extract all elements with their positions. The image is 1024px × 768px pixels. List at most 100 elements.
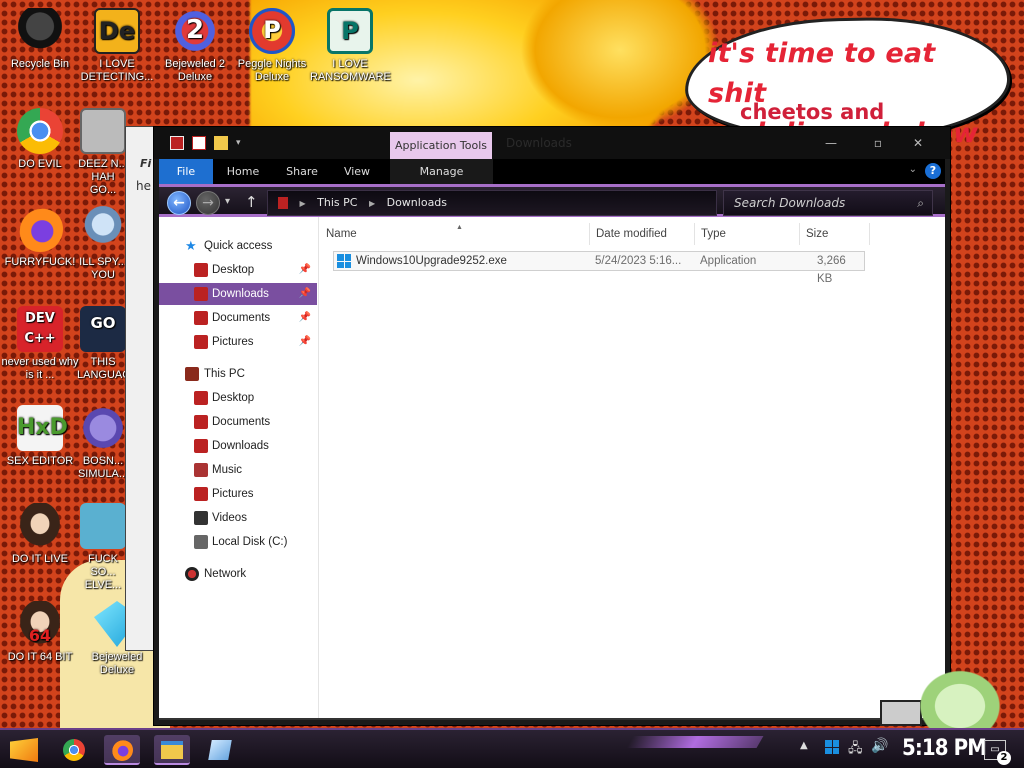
music-folder-icon [194,463,208,477]
customize-chevron-icon[interactable]: ▾ [236,136,250,150]
desktop-icon-devcpp[interactable]: DEV C++ never used why is it ... [0,306,80,382]
desktop-icon-spy[interactable]: ILL SPY... YOU [77,206,129,282]
desktop-icon-label: Recycle Bin [10,58,70,70]
desktop-icon-do-it-live[interactable]: DO IT LIVE [0,503,80,566]
desktop-icon-label: FUCK SO... ELVE... [84,553,122,591]
column-header-type[interactable]: Type [695,223,800,245]
nav-pc-desktop[interactable]: Desktop [159,387,317,409]
tab-share[interactable]: Share [281,159,323,184]
desktop-icon-deez[interactable]: DEEZ N... HAH GO... [77,108,129,197]
windows-update-tray-icon[interactable] [825,740,839,754]
breadcrumb-downloads[interactable]: Downloads [387,196,447,209]
portrait-64-icon: 64 [17,601,63,647]
column-header-size[interactable]: Size [800,223,870,245]
desktop-icon-label: BOSN... SIMULA... [77,455,129,480]
desktop-folder-icon [194,263,208,277]
desktop-icon-label: THIS LANGUAG... [77,356,129,381]
taskbar-firefox[interactable] [104,735,140,765]
maximize-button[interactable]: ▫ [861,133,895,153]
nav-this-pc[interactable]: This PC [159,363,317,385]
nav-quick-documents[interactable]: Documents 📌 [159,307,317,329]
start-icon[interactable] [10,738,38,762]
forward-button[interactable]: → [196,191,220,215]
desktop-icon-label: Bejeweled Deluxe [91,651,143,676]
properties-icon[interactable] [192,136,206,150]
nav-quick-pictures[interactable]: Pictures 📌 [159,331,317,353]
search-input[interactable]: Search Downloads ⌕ [723,190,933,216]
search-icon[interactable]: ⌕ [917,191,924,215]
nav-quick-downloads[interactable]: Downloads 📌 [159,283,317,305]
column-label: Name [326,228,357,240]
title-bar[interactable]: ▾ Application Tools Downloads — ▫ ✕ [154,127,950,159]
tab-manage[interactable]: Manage [390,159,493,184]
virus-icon [80,405,126,451]
help-icon[interactable]: ? [925,163,941,179]
taskbar-file-explorer[interactable] [154,735,190,765]
nav-pc-pictures[interactable]: Pictures [159,483,317,505]
taskbar-chrome[interactable] [56,735,92,765]
column-header-name[interactable]: Name ▲ [320,223,590,245]
address-bar[interactable]: ▶ This PC ▶ Downloads [267,190,717,216]
nav-pc-downloads[interactable]: Downloads [159,435,317,457]
star-icon: ★ [185,238,197,253]
recent-locations-chevron-icon[interactable]: ▾ [225,196,230,207]
desktop-icon-do-it-64[interactable]: 64 DO IT 64 BIT [0,601,80,664]
background-window[interactable]: Fi he [125,126,155,651]
file-explorer-window[interactable]: ▾ Application Tools Downloads — ▫ ✕ File… [153,126,951,726]
minimize-button[interactable]: — [814,133,848,153]
pin-icon[interactable]: 📌 [299,331,311,353]
file-row[interactable]: Windows10Upgrade9252.exe 5/24/2023 5:16.… [333,251,865,285]
up-button[interactable]: ↑ [245,193,258,211]
desktop-icon-recycle-bin[interactable]: Recycle Bin [0,8,80,71]
computer-icon [185,367,199,381]
breadcrumb-this-pc[interactable]: This PC [317,196,357,209]
file-date: 5/24/2023 5:16... [595,255,682,267]
desktop-icon-peggle[interactable]: P Peggle Nights Deluxe [232,8,312,84]
detect-it-easy-icon: De [94,8,140,54]
tab-file[interactable]: File [159,159,213,184]
desktop-icon-label: Bejeweled 2 Deluxe [165,58,225,83]
column-header-date[interactable]: Date modified [590,223,695,245]
pin-icon[interactable]: 📌 [299,283,311,305]
desktop-icon-elf[interactable]: FUCK SO... ELVE... [77,503,129,592]
desktop-icon-detect[interactable]: De I LOVE DETECTING... [77,8,157,84]
desktop-folder-icon [194,391,208,405]
ribbon-expand-chevron-icon[interactable]: ⌄ [909,164,917,175]
nav-network[interactable]: Network [159,563,317,585]
nav-label: Videos [212,512,247,524]
close-button[interactable]: ✕ [901,133,935,153]
app-icon[interactable] [170,136,184,150]
desktop-icon-bejeweled-2[interactable]: 2 Bejeweled 2 Deluxe [155,8,235,84]
back-button[interactable]: ← [167,191,191,215]
desktop-icon-golang[interactable]: GO THIS LANGUAG... [77,306,129,382]
volume-icon[interactable]: 🔊 [871,738,888,754]
desktop-icon-do-evil[interactable]: DO EVIL [0,108,80,171]
new-folder-icon[interactable] [214,136,228,150]
nav-pc-documents[interactable]: Documents [159,411,317,433]
desktop-icon-ransomware[interactable]: P I LOVE RANSOMWARE [310,8,391,84]
show-hidden-icons-chevron-icon[interactable]: ▲ [800,740,808,751]
desktop-icon-label: never used why is it ... [1,356,79,381]
nav-pc-music[interactable]: Music [159,459,317,481]
taskbar-notepad[interactable] [202,735,238,765]
nav-pc-local-disk[interactable]: Local Disk (C:) [159,531,317,553]
nav-quick-desktop[interactable]: Desktop 📌 [159,259,317,281]
navigation-pane: ★ Quick access Desktop 📌 Downloads 📌 Doc… [159,217,319,720]
desktop-icon-hxd[interactable]: HxD SEX EDITOR [0,405,80,468]
breadcrumb-separator-icon: ▶ [368,199,376,208]
pictures-folder-icon [194,487,208,501]
tab-home[interactable]: Home [223,159,263,184]
pin-icon[interactable]: 📌 [299,307,311,329]
sort-ascending-icon: ▲ [456,224,463,231]
peggle-icon: P [249,8,295,54]
clock[interactable]: 5:18 PM [902,736,987,761]
nav-quick-access[interactable]: ★ Quick access [159,235,317,257]
desktop-icon-label: I LOVE RANSOMWARE [310,58,391,83]
network-tray-icon[interactable]: 🖧 [848,739,863,761]
tab-view[interactable]: View [339,159,375,184]
desktop-icon-bosn[interactable]: BOSN... SIMULA... [77,405,129,481]
desktop-icon-furry[interactable]: FURRYFUCK! [0,206,80,269]
notification-center-button[interactable]: ▭ 2 [984,740,1011,765]
nav-pc-videos[interactable]: Videos [159,507,317,529]
pin-icon[interactable]: 📌 [299,259,311,281]
